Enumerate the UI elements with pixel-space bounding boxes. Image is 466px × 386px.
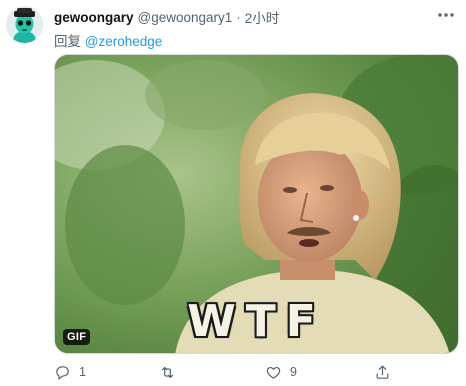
user-handle[interactable]: @gewoongary1 <box>138 10 233 25</box>
more-button[interactable] <box>434 4 458 26</box>
replying-to: 回复 @zerohedge <box>54 30 162 50</box>
reply-mention-link[interactable]: @zerohedge <box>85 34 163 49</box>
tweet[interactable]: gewoongary @gewoongary1 · 2小时 回复 @zerohe… <box>0 0 466 386</box>
reply-count: 1 <box>79 365 86 379</box>
avatar[interactable] <box>6 6 43 43</box>
share-button[interactable] <box>374 362 399 382</box>
display-name[interactable]: gewoongary <box>54 10 134 25</box>
like-count: 9 <box>290 365 297 379</box>
reply-button[interactable]: 1 <box>54 362 86 382</box>
avatar-image <box>6 6 43 43</box>
more-horizontal-icon <box>438 13 454 17</box>
reply-prefix: 回复 <box>54 34 81 49</box>
retweet-button[interactable] <box>159 362 184 382</box>
separator-dot: · <box>236 9 241 25</box>
retweet-icon <box>161 366 174 378</box>
gif-media[interactable]: GIF WTF <box>54 54 459 354</box>
like-button[interactable]: 9 <box>265 362 297 382</box>
tweet-header: gewoongary @gewoongary1 · 2小时 <box>54 7 426 27</box>
reply-icon <box>56 365 69 379</box>
gif-caption: WTF <box>187 296 326 347</box>
tweet-actions: 1 9 <box>54 362 459 382</box>
share-icon <box>376 365 389 379</box>
timestamp[interactable]: 2小时 <box>245 7 280 27</box>
heart-icon <box>266 366 281 379</box>
